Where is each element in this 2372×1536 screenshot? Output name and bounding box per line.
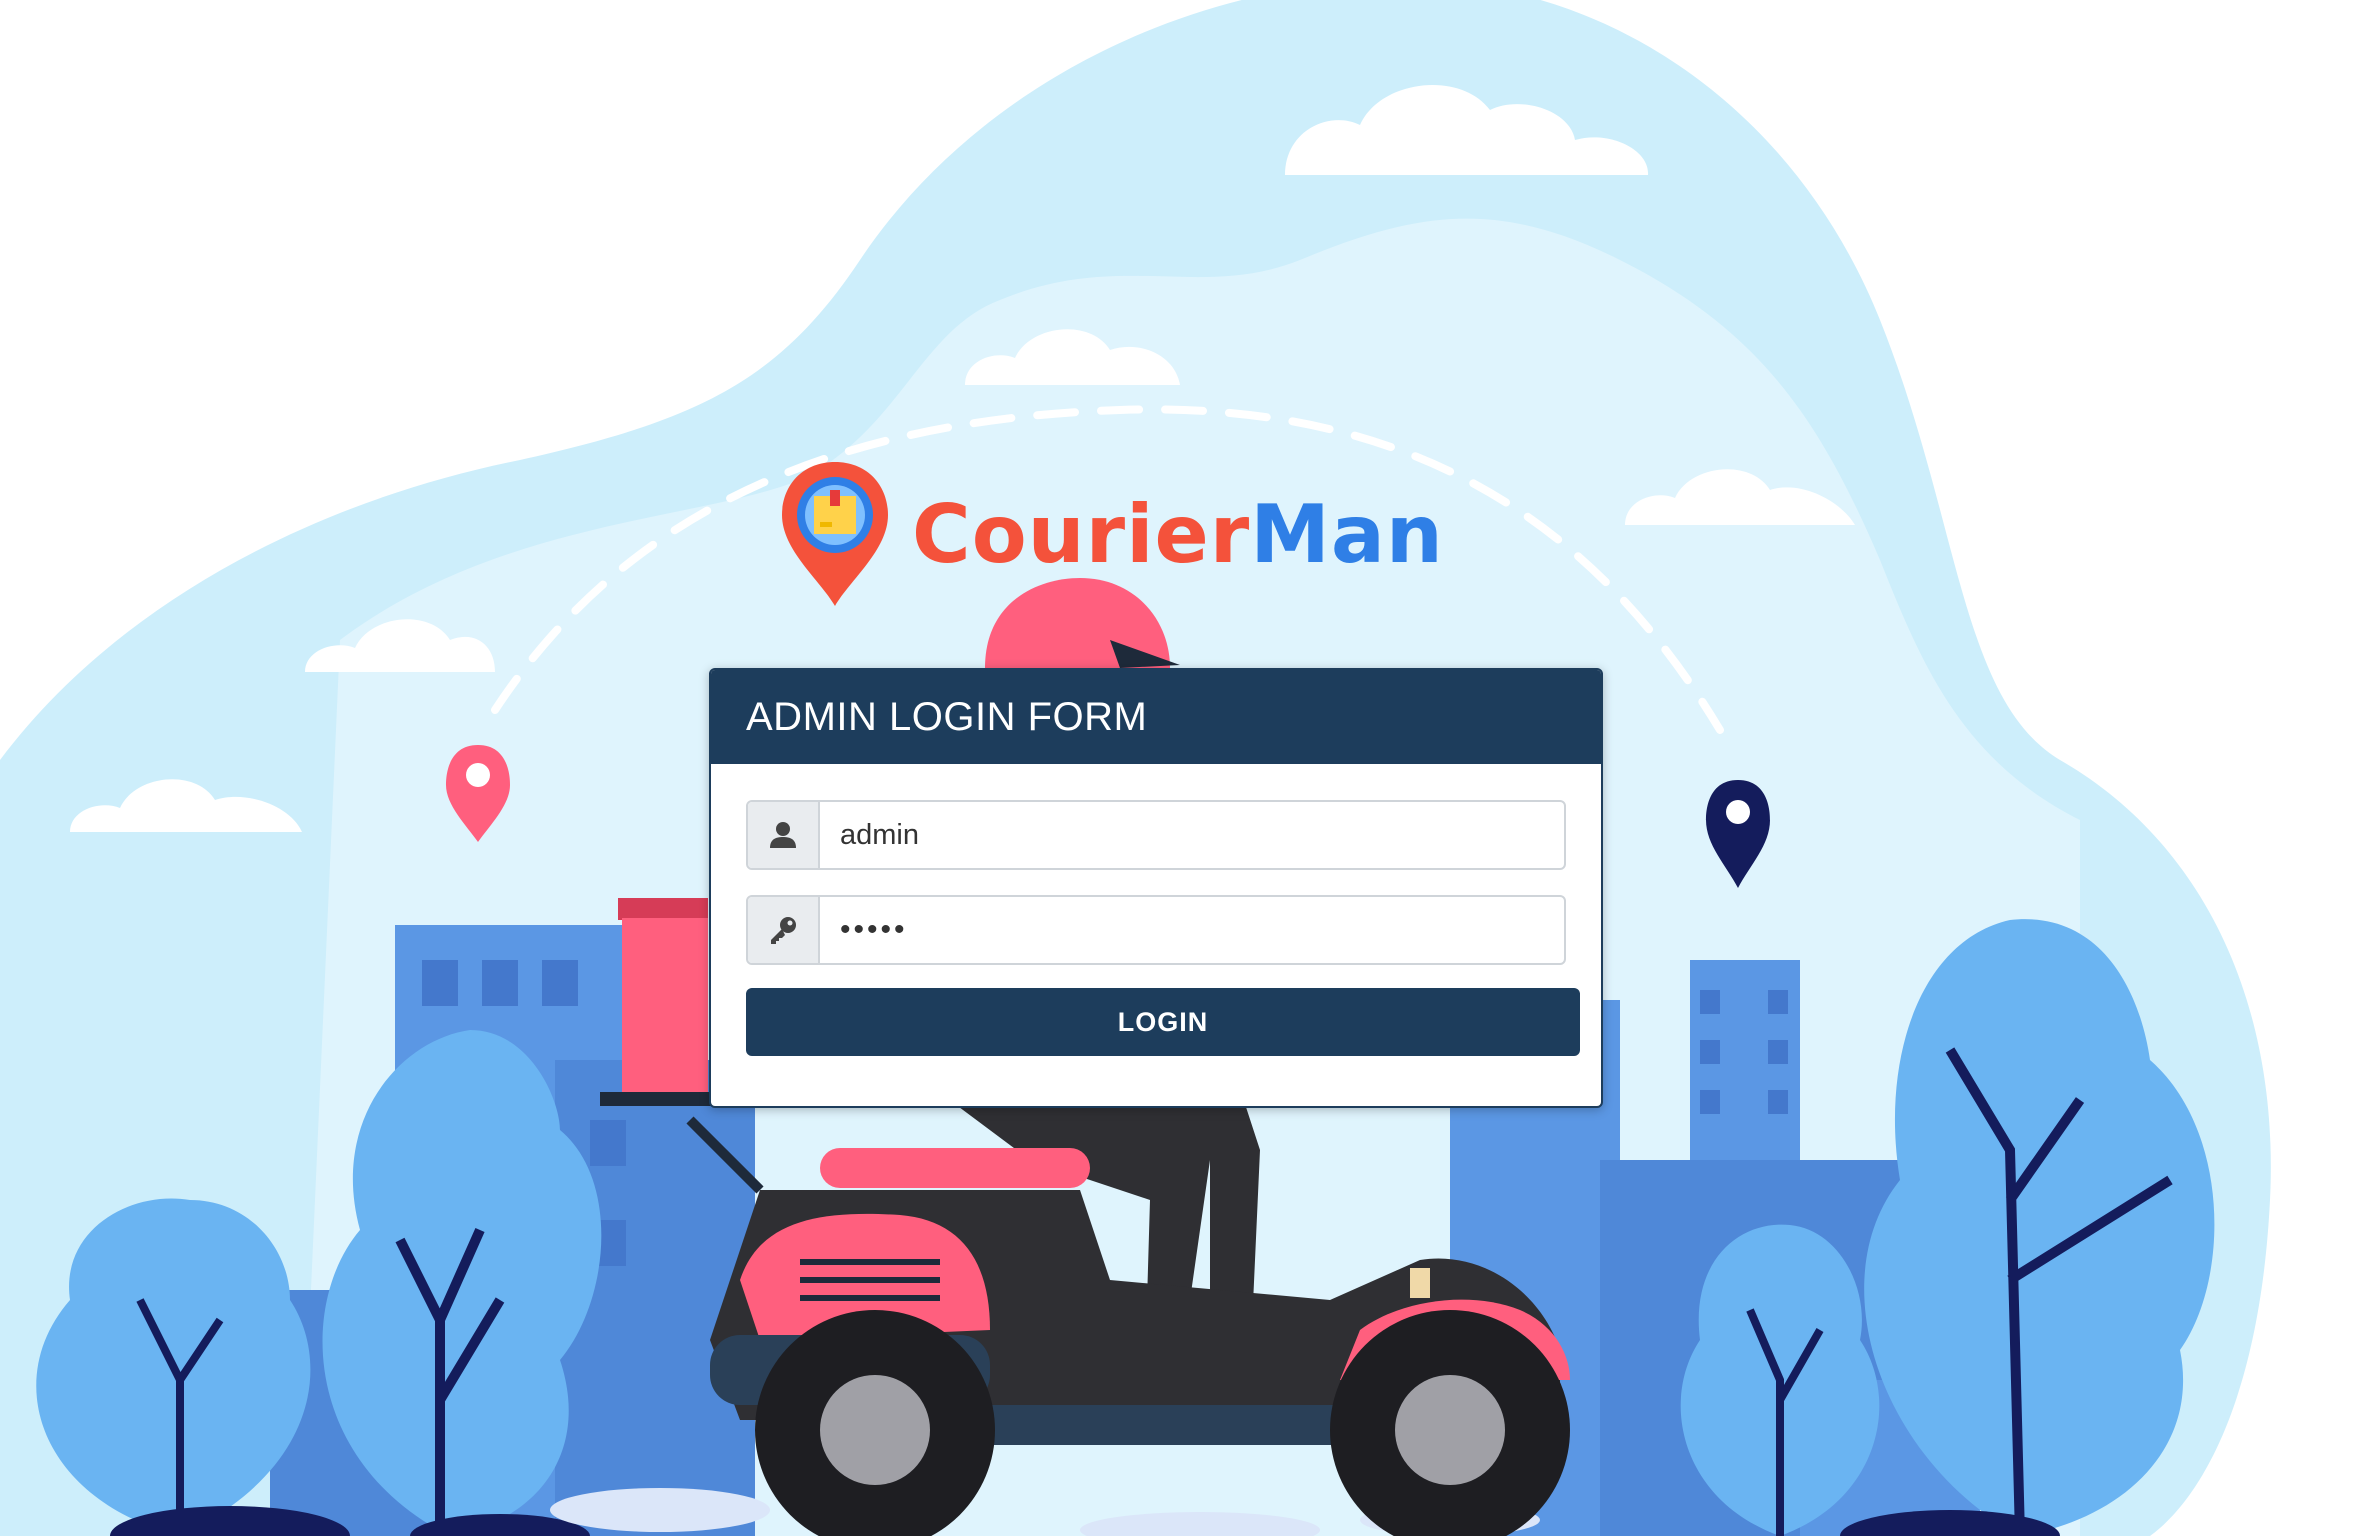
brand-name: CourierMan: [912, 495, 1444, 575]
courierman-logo: CourierMan: [780, 460, 1444, 610]
user-icon: [770, 822, 796, 848]
password-input[interactable]: [820, 897, 1564, 963]
password-field: [746, 895, 1566, 965]
brand-name-part2: Man: [1250, 488, 1444, 581]
admin-login-form: ADMIN LOGIN FORM LOGIN: [709, 668, 1603, 1108]
login-form-title: ADMIN LOGIN FORM: [746, 694, 1148, 739]
username-input[interactable]: [820, 802, 1564, 868]
key-icon: [771, 917, 796, 944]
password-addon: [748, 897, 820, 963]
brand-name-part1: Courier: [912, 488, 1251, 581]
login-form-header: ADMIN LOGIN FORM: [711, 670, 1601, 764]
login-page: CourierMan ADMIN LOGIN FORM admin LOGIN: [0, 0, 2372, 1536]
username-field: [746, 800, 1566, 870]
login-button[interactable]: LOGIN: [746, 988, 1580, 1056]
map-pin-with-package-icon: [782, 462, 888, 606]
username-addon: [748, 802, 820, 868]
